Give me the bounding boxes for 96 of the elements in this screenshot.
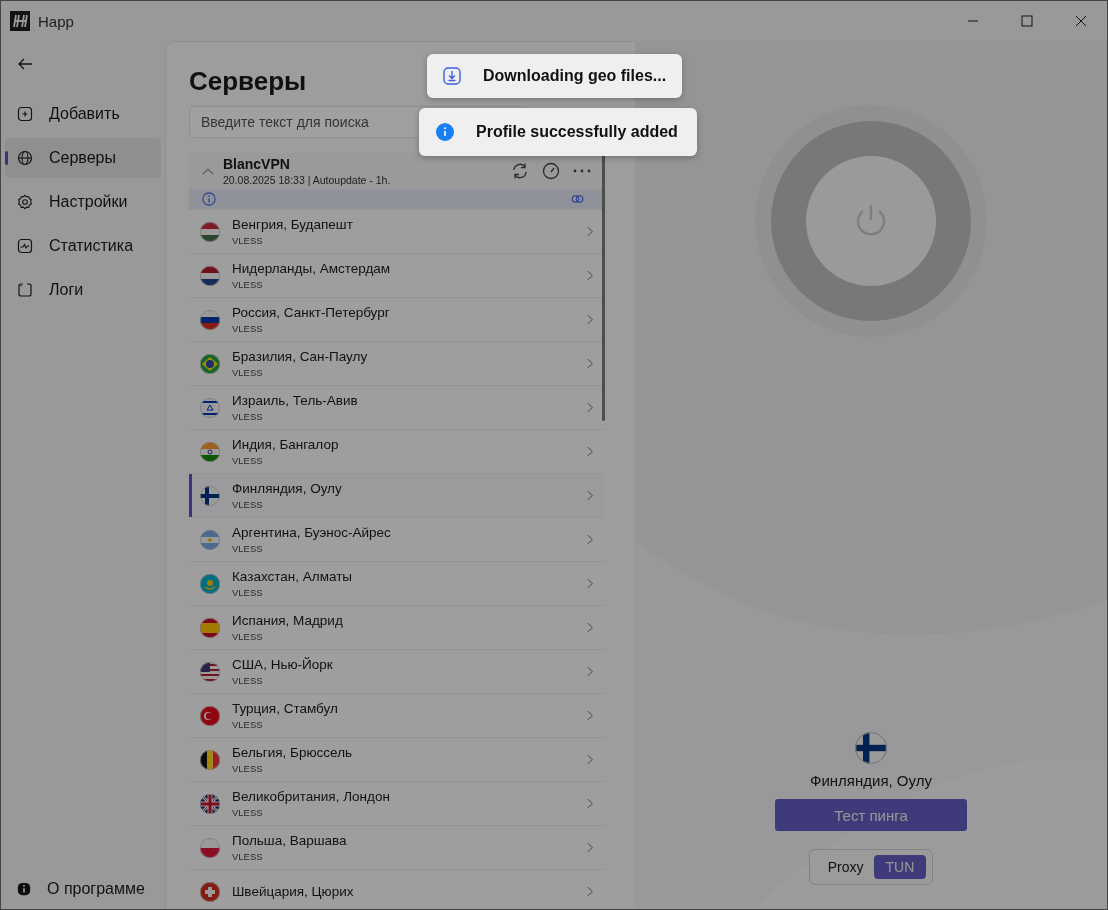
back-arrow-icon[interactable]	[17, 56, 33, 72]
server-name: Венгрия, Будапешт	[232, 217, 354, 232]
server-name: Казахстан, Алматы	[232, 569, 354, 584]
server-name: Великобритания, Лондон	[232, 789, 391, 804]
server-name: Польша, Варшава	[232, 833, 348, 848]
server-protocol: VLESS	[232, 499, 264, 510]
info-icon[interactable]	[202, 192, 216, 206]
chevron-right-icon	[587, 666, 594, 677]
server-protocol: VLESS	[232, 235, 264, 246]
globe-icon	[17, 150, 33, 166]
flag-icon	[200, 441, 220, 462]
server-protocol: VLESS	[232, 279, 264, 290]
flag-icon	[200, 353, 220, 374]
chevron-right-icon	[587, 710, 594, 721]
chevron-right-icon	[587, 622, 594, 633]
chevron-right-icon	[587, 490, 594, 501]
sidebar-item[interactable]: Логи	[5, 270, 161, 310]
profile-name: BlancVPN	[223, 156, 291, 172]
mode-option[interactable]: Proxy	[821, 855, 870, 879]
flag-icon	[200, 397, 220, 418]
link-icon[interactable]	[571, 194, 584, 204]
window-title: Happ	[38, 12, 74, 30]
server-name: Финляндия, Оулу	[232, 481, 343, 496]
server-name: Турция, Стамбул	[232, 701, 339, 716]
chevron-right-icon	[587, 798, 594, 809]
logs-icon	[17, 282, 33, 298]
flag-icon	[200, 309, 220, 330]
chevron-right-icon	[587, 314, 594, 325]
server-name: Россия, Санкт-Петербург	[232, 305, 391, 320]
speedometer-icon[interactable]	[542, 162, 560, 180]
chevron-right-icon	[587, 578, 594, 589]
flag-icon	[200, 573, 220, 594]
server-protocol: VLESS	[232, 543, 264, 554]
chevron-right-icon	[587, 534, 594, 545]
flag-icon	[200, 881, 220, 902]
flag-icon	[200, 485, 220, 506]
chevron-right-icon	[587, 886, 594, 897]
more-icon[interactable]	[573, 168, 591, 174]
chevron-icon[interactable]	[202, 167, 214, 175]
server-name: США, Нью-Йорк	[232, 657, 334, 672]
sidebar-item[interactable]: Настройки	[5, 182, 161, 222]
app-logo-icon	[10, 11, 30, 31]
server-protocol: VLESS	[232, 455, 264, 466]
server-name: Испания, Мадрид	[232, 613, 344, 628]
about-item[interactable]: О программе	[5, 869, 161, 909]
chevron-right-icon	[587, 754, 594, 765]
chevron-right-icon	[587, 270, 594, 281]
settings-icon	[17, 194, 33, 210]
flag-icon	[200, 749, 220, 770]
chevron-right-icon	[587, 226, 594, 237]
server-row[interactable]: Финляндия, Оулу VLESS	[189, 473, 605, 517]
notification-text: Downloading geo files...	[483, 67, 667, 85]
sidebar-item[interactable]: Серверы	[5, 138, 161, 178]
server-name: Швейцария, Цюрих	[232, 884, 355, 899]
server-name: Бельгия, Брюссель	[232, 745, 354, 760]
chevron-right-icon	[587, 842, 594, 853]
server-protocol: VLESS	[232, 763, 264, 774]
server-protocol: VLESS	[232, 411, 264, 422]
server-protocol: VLESS	[232, 851, 264, 862]
download-icon	[443, 67, 461, 85]
page-title: Серверы	[189, 66, 307, 97]
server-protocol: VLESS	[232, 631, 264, 642]
server-protocol: VLESS	[232, 587, 264, 598]
server-name: Индия, Бангалор	[232, 437, 340, 452]
flag-icon	[200, 617, 220, 638]
chevron-right-icon	[587, 402, 594, 413]
server-protocol: VLESS	[232, 807, 264, 818]
chart-icon	[17, 238, 33, 254]
server-name: Аргентина, Буэнос-Айрес	[232, 525, 392, 540]
server-name: Израиль, Тель-Авив	[232, 393, 359, 408]
flag-icon	[200, 265, 220, 286]
info-icon	[436, 123, 454, 141]
plus-icon	[17, 106, 33, 122]
sidebar-item[interactable]: Статистика	[5, 226, 161, 266]
maximize-icon[interactable]	[1021, 15, 1033, 27]
flag-icon	[200, 529, 220, 550]
refresh-icon[interactable]	[511, 162, 529, 180]
sidebar-item[interactable]: Добавить	[5, 94, 161, 134]
flag-icon	[200, 221, 220, 242]
close-icon[interactable]	[1075, 15, 1087, 27]
server-name: Бразилия, Сан-Паулу	[232, 349, 369, 364]
flag-icon	[200, 661, 220, 682]
flag-icon	[200, 793, 220, 814]
server-protocol: VLESS	[232, 675, 264, 686]
server-name: Нидерланды, Амстердам	[232, 261, 392, 276]
flag-icon	[200, 837, 220, 858]
server-protocol: VLESS	[232, 719, 264, 730]
server-protocol: VLESS	[232, 323, 264, 334]
location-name: Финляндия, Оулу	[810, 772, 932, 789]
profile-meta: 20.08.2025 18:33 | Autoupdate - 1h.	[223, 174, 392, 186]
server-protocol: VLESS	[232, 367, 264, 378]
info-icon	[17, 882, 31, 896]
chevron-right-icon	[587, 446, 594, 457]
scrollbar[interactable]	[602, 153, 605, 421]
flag-icon	[200, 705, 220, 726]
chevron-right-icon	[587, 358, 594, 369]
